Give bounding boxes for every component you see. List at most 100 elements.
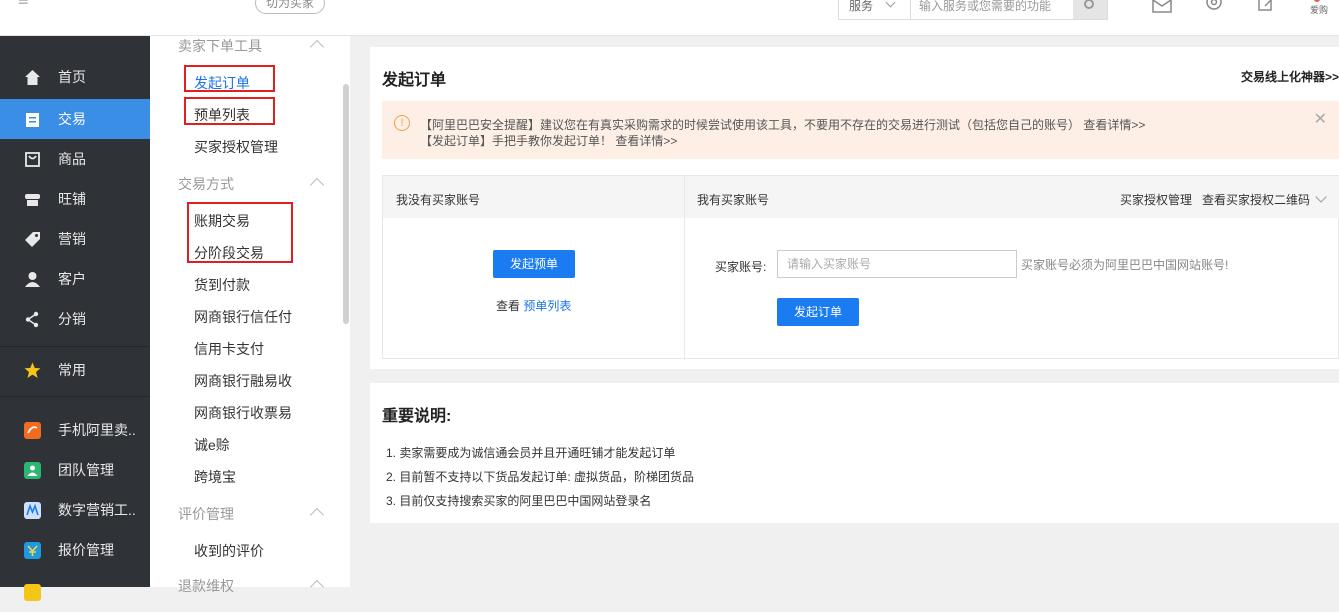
- buyer-auth-qr-label: 查看买家授权二维码: [1202, 193, 1311, 207]
- search-box: 服务 输入服务或您需要的功能: [838, 0, 1108, 20]
- search-button[interactable]: [1073, 0, 1107, 19]
- buyer-account-label: 买家账号:: [715, 260, 767, 274]
- star-icon: [24, 362, 41, 378]
- sidebar-item-store[interactable]: 旺铺: [0, 179, 150, 219]
- search-icon: [1084, 0, 1094, 9]
- buyer-auth-qr-link[interactable]: 查看买家授权二维码: [1202, 191, 1328, 208]
- buyer-auth-manage-link[interactable]: 买家授权管理: [1120, 191, 1192, 208]
- security-notice: ! 【阿里巴巴安全提醒】建议您在有真实采购需求的时候尝试使用该工具，不要用不存在…: [382, 101, 1339, 159]
- menu-toggle-icon[interactable]: ≡: [18, 0, 36, 9]
- sidebar-item-trade[interactable]: 交易: [0, 99, 150, 139]
- view-preorder-text: 查看 预单列表: [496, 297, 571, 314]
- sidebar-item-label: 首页: [58, 69, 86, 85]
- preorder-list-link[interactable]: 预单列表: [523, 299, 571, 313]
- subnav-buyer-auth[interactable]: 买家授权管理: [194, 137, 278, 157]
- subnav-scrollbar[interactable]: [343, 84, 349, 324]
- tag-icon: [25, 232, 40, 247]
- annotation-box: [187, 202, 293, 263]
- team-icon: [24, 462, 41, 479]
- important-notes-card: 重要说明: 1. 卖家需要成为诚信通会员并且开通旺铺才能发起订单 2. 目前暂不…: [370, 383, 1339, 523]
- create-order-button[interactable]: 发起订单: [777, 298, 859, 326]
- search-scope-select[interactable]: 服务: [839, 0, 911, 19]
- chevron-down-icon: [885, 0, 896, 8]
- sidebar-item-quotes[interactable]: 报价管理: [0, 530, 150, 570]
- sidebar-item-team[interactable]: 团队管理: [0, 450, 150, 490]
- subnav-mybank-trust-pay[interactable]: 网商银行信任付: [194, 307, 292, 327]
- chevron-up-icon[interactable]: [309, 507, 325, 523]
- sidebar-item-label: 旺铺: [58, 191, 86, 207]
- sidebar-item-products[interactable]: 商品: [0, 139, 150, 179]
- sidebar-item-label: 营销: [58, 231, 86, 247]
- sidebar-item-label: 客户: [58, 271, 86, 287]
- sidebar-item-more[interactable]: [0, 572, 150, 612]
- create-preorder-button[interactable]: 发起预单: [493, 250, 575, 278]
- info-icon: !: [394, 115, 410, 131]
- view-prefix: 查看: [496, 299, 521, 313]
- sidebar-item-marketing[interactable]: 营销: [0, 219, 150, 259]
- buyer-account-input[interactable]: 请输入买家账号: [777, 250, 1017, 278]
- sidebar-item-label: 报价管理: [58, 542, 114, 558]
- sidebar-item-label: 团队管理: [58, 462, 114, 478]
- sidebar-item-favorites[interactable]: 常用: [0, 350, 150, 390]
- important-item: 2. 目前暂不支持以下货品发起订单: 虚拟货品，阶梯团货品: [386, 470, 695, 484]
- subnav-mybank-bills[interactable]: 网商银行收票易: [194, 403, 292, 423]
- has-buyer-account-header: 我有买家账号: [697, 193, 770, 207]
- notice-line-1[interactable]: 【阿里巴巴安全提醒】建议您在有真实采购需求的时候尝试使用该工具，不要用不存在的交…: [420, 116, 1145, 133]
- panel-header: [383, 176, 1339, 218]
- section-seller-order-tools[interactable]: 卖家下单工具: [178, 36, 262, 56]
- sidebar-item-home[interactable]: 首页: [0, 57, 150, 97]
- gear-icon[interactable]: [1203, 0, 1225, 14]
- sidebar-item-label: 常用: [58, 362, 86, 378]
- notification-dot: [1314, 0, 1320, 2]
- chevron-down-icon: [1315, 191, 1328, 203]
- store-icon: [25, 194, 40, 206]
- sidebar-divider: [0, 346, 150, 347]
- quote-icon: [24, 542, 41, 559]
- section-refunds[interactable]: 退款维权: [178, 576, 234, 596]
- message-icon[interactable]: [1151, 0, 1173, 14]
- subnav-mybank-financing[interactable]: 网商银行融易收: [194, 371, 292, 391]
- digital-marketing-icon: [24, 502, 41, 519]
- subnav-cross-border[interactable]: 跨境宝: [194, 467, 236, 487]
- no-buyer-account-header: 我没有买家账号: [396, 193, 481, 207]
- close-icon[interactable]: ✕: [1314, 109, 1327, 129]
- important-item: 3. 目前仅支持搜索买家的阿里巴巴中国网站登录名: [386, 494, 652, 508]
- search-input[interactable]: 输入服务或您需要的功能: [919, 0, 1075, 19]
- subnav-cash-on-delivery[interactable]: 货到付款: [194, 275, 250, 295]
- sidebar-item-mobile-app[interactable]: 手机阿里卖..: [0, 410, 150, 450]
- trade-online-tool-link[interactable]: 交易线上化神器>>: [1241, 68, 1339, 85]
- annotation-box: [184, 65, 275, 92]
- chevron-up-icon[interactable]: [309, 39, 325, 55]
- top-bar: ≡ 切为买家 服务 输入服务或您需要的功能 爱购: [0, 0, 1339, 36]
- search-scope-label: 服务: [849, 0, 874, 13]
- annotation-box: [184, 97, 275, 125]
- subnav-received-reviews[interactable]: 收到的评价: [194, 541, 264, 561]
- distribution-icon: [25, 311, 39, 328]
- sidebar-item-label: 数字营销工..: [58, 502, 136, 518]
- primary-sidebar: 首页 交易 商品 旺铺 营销 客户 分销 常用 手机阿里卖.. 团队管理 数字营…: [0, 36, 150, 601]
- sidebar-item-label: 手机阿里卖..: [58, 422, 136, 438]
- notice-line-2[interactable]: 【发起订单】手把手教你发起订单！ 查看详情>>: [420, 132, 677, 149]
- panel-divider: [684, 176, 685, 360]
- mobile-app-icon: [24, 422, 41, 439]
- subnav-credit-card[interactable]: 信用卡支付: [194, 339, 264, 359]
- order-options-panel: 我没有买家账号 我有买家账号 买家授权管理 查看买家授权二维码 发起预单 查看 …: [382, 175, 1339, 360]
- sidebar-item-distribution[interactable]: 分销: [0, 299, 150, 339]
- switch-to-buyer-button[interactable]: 切为买家: [255, 0, 325, 14]
- chevron-up-icon[interactable]: [309, 177, 325, 193]
- chevron-up-icon[interactable]: [309, 579, 325, 595]
- subnav-chengesha[interactable]: 诚e赊: [194, 435, 230, 455]
- buyer-account-hint: 买家账号必须为阿里巴巴中国网站账号!: [1021, 258, 1229, 272]
- avatar-label[interactable]: 爱购: [1310, 3, 1328, 16]
- edit-icon[interactable]: [1256, 0, 1278, 14]
- sidebar-item-customers[interactable]: 客户: [0, 259, 150, 299]
- important-title: 重要说明:: [382, 408, 452, 425]
- home-icon: [25, 70, 40, 85]
- section-reviews[interactable]: 评价管理: [178, 504, 234, 524]
- sidebar-item-label: 交易: [58, 111, 86, 127]
- important-item: 1. 卖家需要成为诚信通会员并且开通旺铺才能发起订单: [386, 446, 676, 460]
- sidebar-item-label: 分销: [58, 311, 86, 327]
- sidebar-item-digital-marketing[interactable]: 数字营销工..: [0, 490, 150, 530]
- section-trade-methods[interactable]: 交易方式: [178, 174, 234, 194]
- sidebar-item-label: 商品: [58, 151, 86, 167]
